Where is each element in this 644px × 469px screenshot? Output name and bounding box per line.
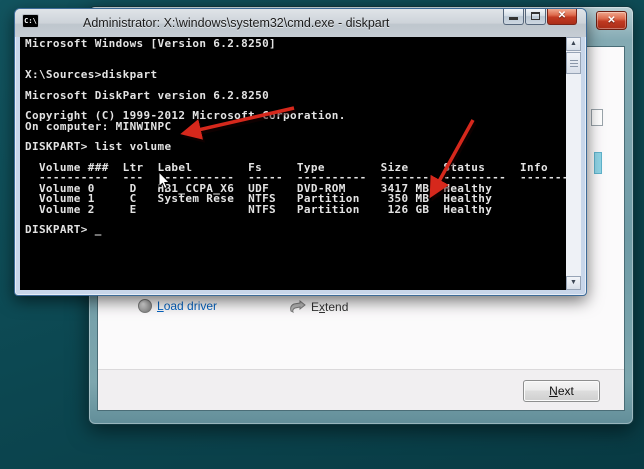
setup-footer: Next	[98, 369, 624, 410]
maximize-button[interactable]	[525, 9, 546, 25]
disc-icon	[138, 299, 152, 313]
minimize-icon	[509, 17, 518, 20]
cmd-window-title: Administrator: X:\windows\system32\cmd.e…	[83, 16, 389, 30]
load-driver-link[interactable]: Load driver	[138, 299, 217, 313]
cmd-titlebar[interactable]: C:\ Administrator: X:\windows\system32\c…	[15, 9, 586, 37]
drive-icon-fragment	[594, 152, 602, 174]
cmd-window-controls: ✕	[502, 9, 577, 25]
minimize-button[interactable]	[503, 9, 524, 25]
setup-links-row: Load driver Extend	[98, 299, 624, 323]
scrollbar-grip-icon	[570, 60, 578, 61]
scroll-up-button[interactable]: ▲	[566, 37, 581, 51]
cmd-icon: C:\	[22, 14, 39, 28]
extend-link[interactable]: Extend	[289, 299, 348, 314]
extend-label: Extend	[311, 300, 348, 314]
console-scrollbar[interactable]: ▲ ▼	[566, 37, 581, 290]
load-driver-label: Load driver	[157, 299, 217, 313]
setup-close-button[interactable]: ✕	[596, 11, 627, 30]
next-button[interactable]: Next	[523, 380, 600, 402]
close-button[interactable]: ✕	[547, 9, 577, 25]
drive-list-fragment	[591, 109, 603, 126]
extend-arrow-icon	[289, 299, 306, 314]
windows-setup-screen: ✕ Load driver Extend Next	[0, 0, 644, 469]
maximize-icon	[531, 12, 540, 20]
cmd-window: C:\ Administrator: X:\windows\system32\c…	[14, 8, 587, 296]
console-text: Microsoft Windows [Version 6.2.8250] X:\…	[25, 39, 576, 236]
scrollbar-thumb[interactable]	[566, 52, 581, 74]
scroll-down-button[interactable]: ▼	[566, 276, 581, 290]
console-output: Microsoft Windows [Version 6.2.8250] X:\…	[20, 37, 581, 290]
